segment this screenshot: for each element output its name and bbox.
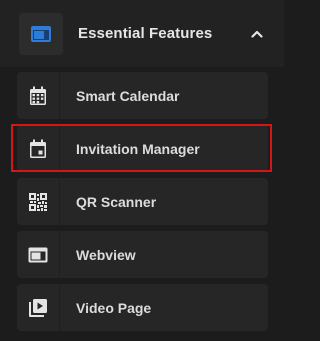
section-title: Essential Features (78, 25, 213, 42)
item-divider (59, 284, 60, 331)
menu-item-invitation-manager[interactable]: Invitation Manager (17, 125, 268, 172)
item-divider (59, 178, 60, 225)
item-label: Smart Calendar (76, 88, 180, 104)
calendar-event-icon (17, 125, 59, 172)
calendar-grid-icon (17, 72, 59, 119)
qr-code-icon (17, 178, 59, 225)
essential-features-header[interactable]: Essential Features (0, 0, 284, 67)
item-divider (59, 231, 60, 278)
menu-item-smart-calendar[interactable]: Smart Calendar (17, 72, 268, 119)
menu-item-video-page[interactable]: Video Page (17, 284, 268, 331)
video-library-icon (17, 284, 59, 331)
item-divider (59, 72, 60, 119)
menu-item-webview[interactable]: Webview (17, 231, 268, 278)
item-label: QR Scanner (76, 194, 157, 210)
item-divider (59, 125, 60, 172)
webview-icon (17, 231, 59, 278)
item-label: Video Page (76, 300, 152, 316)
menu-item-qr-scanner[interactable]: QR Scanner (17, 178, 268, 225)
item-label: Invitation Manager (76, 141, 200, 157)
item-label: Webview (76, 247, 136, 263)
webview-icon (19, 13, 63, 55)
chevron-up-icon[interactable] (250, 28, 264, 40)
